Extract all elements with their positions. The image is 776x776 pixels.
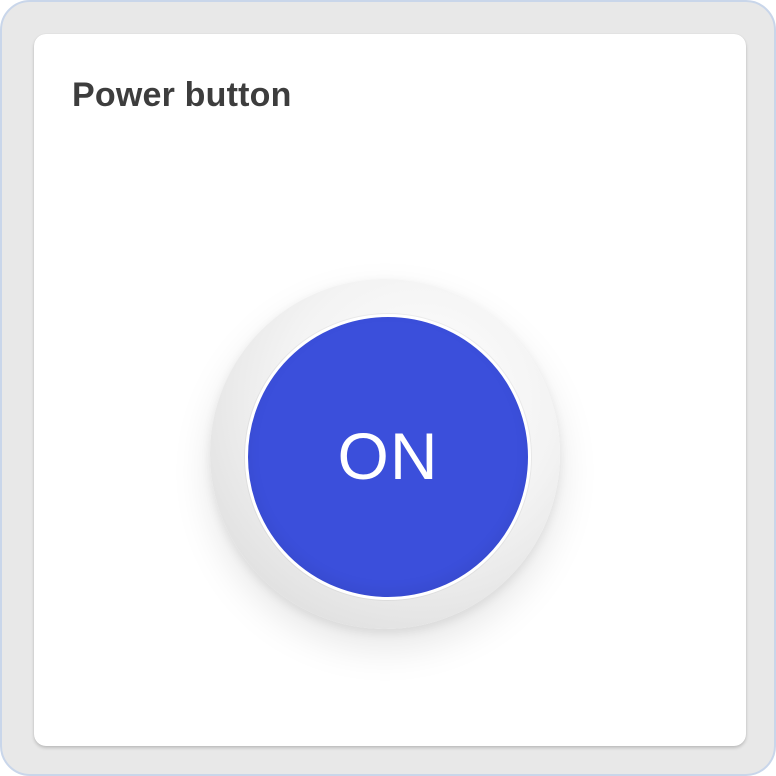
card-title: Power button (72, 76, 292, 114)
power-toggle-button[interactable]: ON (245, 314, 531, 600)
power-button-label: ON (337, 419, 439, 493)
widget-frame: Power button ON (0, 0, 776, 776)
power-card: Power button ON (34, 34, 746, 746)
